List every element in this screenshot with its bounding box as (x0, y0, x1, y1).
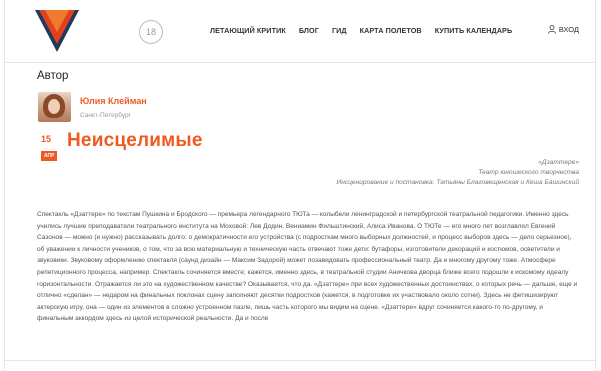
author-city: Санкт-Петербург (80, 112, 131, 119)
main-nav: ЛЕТАЮЩИЙ КРИТИК БЛОГ ГИД КАРТА ПОЛЕТОВ К… (210, 26, 525, 35)
nav-item-flying-critic[interactable]: ЛЕТАЮЩИЙ КРИТИК (210, 26, 286, 35)
site-header: 18 ЛЕТАЮЩИЙ КРИТИК БЛОГ ГИД КАРТА ПОЛЕТО… (5, 0, 595, 63)
nav-item-buy-calendar[interactable]: КУПИТЬ КАЛЕНДАРЬ (435, 26, 513, 35)
credit-director: Инсценирование и постановка: Татьяны Бла… (336, 179, 580, 186)
nav-item-flight-map[interactable]: КАРТА ПОЛЕТОВ (360, 26, 422, 35)
avatar[interactable] (38, 92, 71, 122)
article-body: Спектакль «Дзаттере» по текстам Пушкина … (37, 211, 578, 323)
post-date-month: АПР (41, 151, 58, 161)
section-title: Автор (37, 70, 69, 82)
post-date-day: 15 (41, 134, 52, 144)
bottom-divider (5, 360, 595, 361)
nav-item-guide[interactable]: ГИД (332, 26, 347, 35)
logo-icon[interactable] (35, 10, 79, 52)
login-label: ВХОД (558, 25, 579, 34)
nav-item-blog[interactable]: БЛОГ (299, 26, 319, 35)
user-icon (547, 25, 556, 34)
login-link[interactable]: ВХОД (547, 25, 579, 34)
credit-play-title: «Дзаттере» (538, 159, 579, 166)
author-info: Юлия Клейман Санкт-Петербург (80, 96, 147, 122)
production-credits: «Дзаттере» Театр юношеского творчества И… (337, 158, 580, 188)
post-title: Неисцелимые (67, 130, 203, 151)
post-date: 15 АПР (41, 134, 58, 162)
author-card[interactable]: Юлия Клейман Санкт-Петербург (38, 92, 147, 122)
age-rating-badge: 18 (139, 20, 163, 44)
page-frame: 18 ЛЕТАЮЩИЙ КРИТИК БЛОГ ГИД КАРТА ПОЛЕТО… (4, 0, 596, 371)
credit-theatre: Театр юношеского творчества (478, 169, 579, 176)
author-name[interactable]: Юлия Клейман (80, 96, 147, 106)
